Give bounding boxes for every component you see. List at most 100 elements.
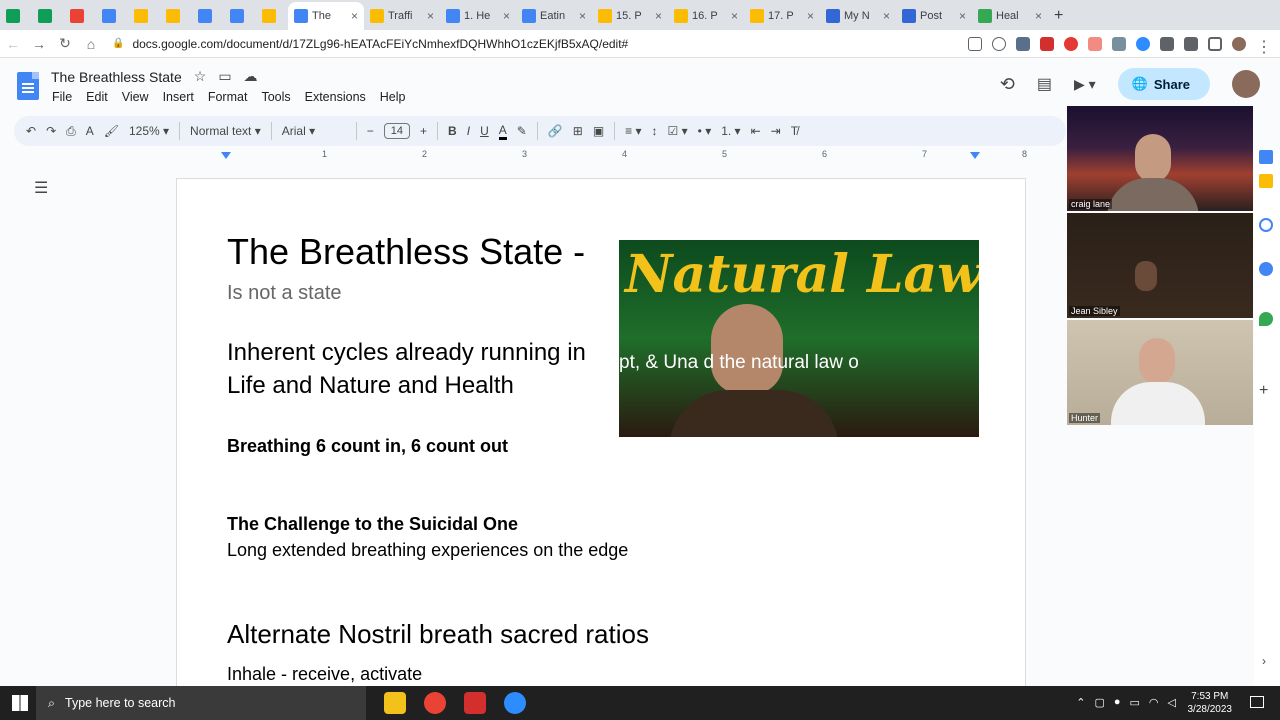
print-icon[interactable]: ⎙ bbox=[66, 124, 76, 139]
font-size-input[interactable]: 14 bbox=[383, 123, 411, 139]
docs-logo-icon[interactable] bbox=[17, 72, 39, 100]
extension-cloud-icon[interactable] bbox=[1016, 36, 1030, 51]
profile-avatar[interactable] bbox=[1232, 36, 1246, 51]
menu-kebab-icon[interactable]: ⋮ bbox=[1256, 37, 1272, 56]
browser-tab[interactable]: Post × bbox=[896, 2, 972, 30]
zoom-extension-icon[interactable] bbox=[1136, 36, 1150, 51]
redo-icon[interactable]: ↷ bbox=[46, 124, 56, 138]
comments-icon[interactable]: ▤ bbox=[1037, 74, 1052, 94]
tab-close-icon[interactable]: × bbox=[655, 9, 662, 23]
extension-arrow-icon[interactable] bbox=[1088, 36, 1102, 51]
font-size-increase-icon[interactable]: + bbox=[420, 124, 427, 138]
windows-start-icon[interactable] bbox=[12, 695, 28, 711]
highlight-icon[interactable]: ✎ bbox=[517, 124, 527, 138]
side-panel-icon[interactable] bbox=[1208, 36, 1222, 51]
taskbar-search-box[interactable]: ⌕ Type here to search bbox=[36, 686, 366, 720]
add-comment-icon[interactable]: ⊞ bbox=[573, 124, 583, 138]
right-margin-marker[interactable] bbox=[970, 152, 980, 159]
undo-icon[interactable]: ↶ bbox=[26, 124, 36, 138]
browser-tab[interactable] bbox=[192, 2, 224, 30]
bold-icon[interactable]: B bbox=[448, 124, 457, 138]
browser-tab[interactable]: 16. P × bbox=[668, 2, 744, 30]
move-folder-icon[interactable]: ▭ bbox=[218, 68, 231, 85]
menu-item-help[interactable]: Help bbox=[380, 90, 406, 104]
taskbar-clock[interactable]: 7:53 PM 3/28/2023 bbox=[1188, 690, 1233, 716]
browser-tab[interactable] bbox=[160, 2, 192, 30]
maps-icon[interactable] bbox=[1259, 312, 1273, 326]
tab-close-icon[interactable]: × bbox=[579, 9, 586, 23]
numbered-list-icon[interactable]: 1. ▾ bbox=[721, 124, 740, 138]
tray-wifi-icon[interactable]: ◠ bbox=[1149, 696, 1159, 709]
reload-icon[interactable]: ↻ bbox=[52, 35, 78, 52]
tab-close-icon[interactable]: × bbox=[1035, 9, 1042, 23]
collapse-panel-icon[interactable]: › bbox=[1262, 654, 1266, 668]
tab-close-icon[interactable]: × bbox=[807, 9, 814, 23]
browser-tab[interactable] bbox=[64, 2, 96, 30]
left-margin-marker[interactable] bbox=[221, 152, 231, 159]
browser-tab[interactable] bbox=[32, 2, 64, 30]
bulleted-list-icon[interactable]: • ▾ bbox=[698, 124, 712, 138]
participant-video-2[interactable]: Jean Sibley bbox=[1067, 213, 1253, 318]
align-icon[interactable]: ≡ ▾ bbox=[625, 124, 641, 138]
clear-formatting-icon[interactable]: T̸ bbox=[791, 124, 798, 138]
tab-close-icon[interactable]: × bbox=[731, 9, 738, 23]
tasks-icon[interactable] bbox=[1259, 218, 1273, 232]
meet-icon[interactable]: ▶ ▾ bbox=[1074, 76, 1096, 93]
browser-tab[interactable]: The × bbox=[288, 2, 364, 30]
account-avatar[interactable] bbox=[1232, 70, 1260, 98]
browser-tab[interactable] bbox=[256, 2, 288, 30]
menu-item-insert[interactable]: Insert bbox=[163, 90, 194, 104]
increase-indent-icon[interactable]: ⇥ bbox=[771, 124, 781, 138]
decrease-indent-icon[interactable]: ⇤ bbox=[751, 124, 761, 138]
browser-tab[interactable] bbox=[0, 2, 32, 30]
tray-volume-icon[interactable]: ◁ bbox=[1168, 696, 1176, 709]
tab-close-icon[interactable]: × bbox=[883, 9, 890, 23]
browser-tab[interactable]: Eatin × bbox=[516, 2, 592, 30]
browser-tab[interactable]: 15. P × bbox=[592, 2, 668, 30]
browser-tab[interactable]: Traffi × bbox=[364, 2, 440, 30]
reading-list-icon[interactable] bbox=[1184, 36, 1198, 51]
browser-tab[interactable]: My N × bbox=[820, 2, 896, 30]
media-app-icon[interactable] bbox=[464, 692, 486, 714]
menu-item-tools[interactable]: Tools bbox=[261, 90, 290, 104]
back-icon[interactable]: ← bbox=[0, 36, 26, 52]
tray-mic-icon[interactable]: ● bbox=[1114, 696, 1121, 709]
tray-battery-icon[interactable]: ▭ bbox=[1130, 696, 1140, 709]
tab-close-icon[interactable]: × bbox=[959, 9, 966, 23]
browser-tab[interactable] bbox=[96, 2, 128, 30]
extension-screen-icon[interactable] bbox=[1112, 36, 1126, 51]
tab-close-icon[interactable]: × bbox=[351, 9, 358, 23]
share-page-icon[interactable] bbox=[968, 36, 982, 51]
menu-item-format[interactable]: Format bbox=[208, 90, 248, 104]
tab-close-icon[interactable]: × bbox=[503, 9, 510, 23]
paint-format-icon[interactable]: 🖌 bbox=[104, 124, 119, 138]
star-icon[interactable]: ☆ bbox=[194, 68, 207, 85]
puzzle-icon[interactable] bbox=[1160, 36, 1174, 51]
participant-video-3[interactable]: Hunter bbox=[1067, 320, 1253, 425]
browser-tab[interactable]: 1. He × bbox=[440, 2, 516, 30]
style-select[interactable]: Normal text ▾ bbox=[190, 124, 261, 138]
tray-device-icon[interactable]: ▢ bbox=[1094, 696, 1104, 709]
text-color-icon[interactable]: A bbox=[498, 123, 507, 140]
menu-item-view[interactable]: View bbox=[122, 90, 149, 104]
tab-close-icon[interactable]: × bbox=[427, 9, 434, 23]
embedded-video-image[interactable]: Natural Law pt, & Una d the natural law … bbox=[619, 240, 979, 437]
doc-title[interactable]: The Breathless State bbox=[51, 69, 182, 85]
browser-tab[interactable] bbox=[224, 2, 256, 30]
contacts-icon[interactable] bbox=[1259, 262, 1273, 276]
spellcheck-icon[interactable]: A bbox=[86, 124, 94, 138]
insert-image-icon[interactable]: ▣ bbox=[593, 124, 604, 138]
browser-tab[interactable]: 17. P × bbox=[744, 2, 820, 30]
font-size-decrease-icon[interactable]: − bbox=[367, 124, 374, 138]
version-history-icon[interactable]: ⟲ bbox=[1000, 74, 1015, 95]
calendar-icon[interactable] bbox=[1259, 150, 1273, 164]
extension-red-icon[interactable] bbox=[1040, 36, 1054, 51]
url-field[interactable]: 🔒 docs.google.com/document/d/17ZLg96-hEA… bbox=[112, 37, 968, 51]
forward-icon[interactable]: → bbox=[26, 36, 52, 52]
checklist-icon[interactable]: ☑ ▾ bbox=[668, 124, 688, 138]
notifications-icon[interactable] bbox=[1250, 696, 1264, 708]
line-spacing-icon[interactable]: ↕ bbox=[652, 124, 658, 138]
document-outline-icon[interactable]: ☰ bbox=[34, 178, 48, 198]
tray-chevron-icon[interactable]: ⌃ bbox=[1076, 696, 1085, 709]
add-addon-icon[interactable]: + bbox=[1259, 382, 1268, 400]
